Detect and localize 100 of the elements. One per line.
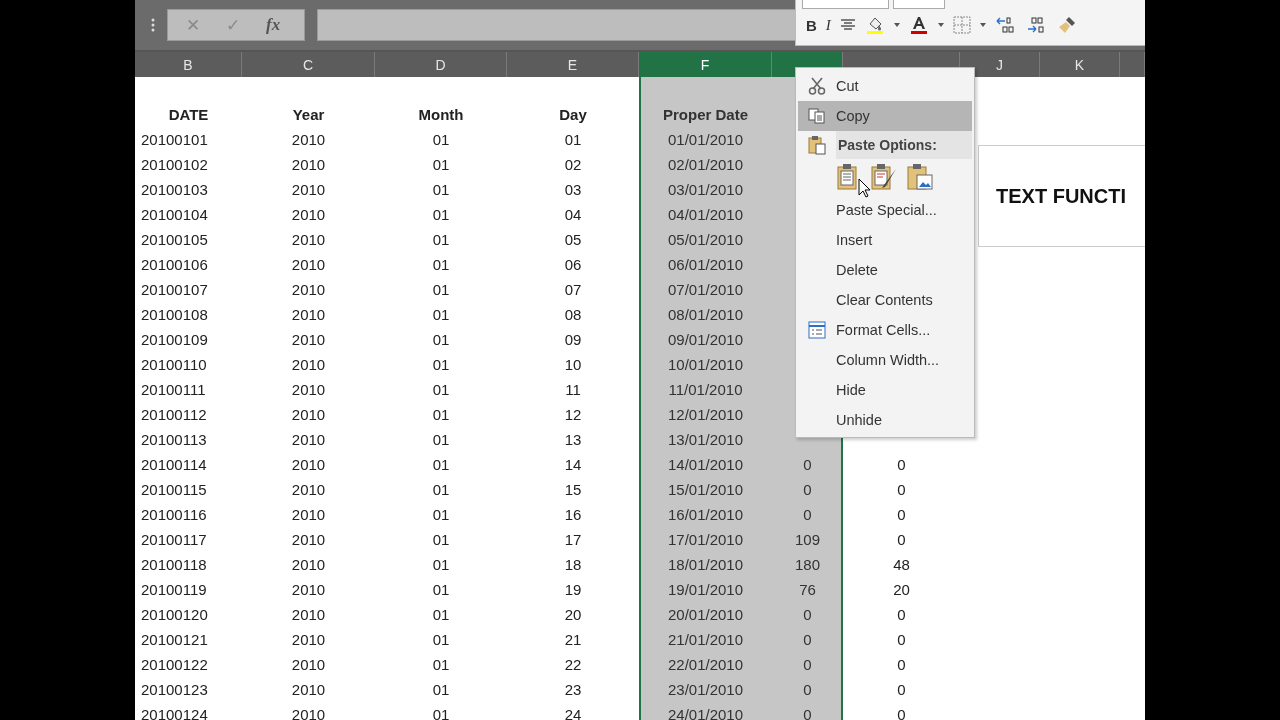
scissors-icon — [808, 77, 826, 95]
table-cell: 04 — [564, 206, 582, 223]
table-cell: 2010 — [291, 556, 326, 573]
table-cell: 20100111 — [141, 381, 206, 398]
table-cell: 21 — [564, 631, 582, 648]
table-cell: 2010 — [291, 581, 326, 598]
table-cell: 09/01/2010 — [667, 331, 744, 348]
table-cell: 180 — [795, 556, 820, 573]
table-cell: 18/01/2010 — [667, 556, 744, 573]
table-cell: 01 — [432, 431, 450, 448]
font-color-icon[interactable] — [908, 15, 929, 35]
table-cell: 06 — [564, 256, 582, 273]
table-cell: 20100122 — [141, 656, 208, 673]
table-cell: 01 — [432, 231, 450, 248]
table-cell: 15 — [564, 481, 582, 498]
text-box[interactable]: TEXT FUNCTI — [978, 145, 1145, 247]
table-cell: 12/01/2010 — [667, 406, 744, 423]
table-cell: 01 — [432, 206, 450, 223]
align-center-icon[interactable] — [839, 18, 856, 32]
menu-item[interactable]: Insert — [798, 225, 972, 255]
paste-picture-icon[interactable] — [906, 163, 934, 191]
table-cell: 20100116 — [141, 506, 207, 523]
text-box-text: TEXT FUNCTI — [996, 184, 1126, 208]
dropdown-icon[interactable] — [979, 23, 986, 27]
table-cell: 01/01/2010 — [667, 131, 744, 148]
insert-function-button[interactable]: fx — [266, 15, 281, 35]
table-cell: 01 — [564, 131, 582, 148]
table-cell: 01 — [432, 131, 450, 148]
menu-item[interactable]: Delete — [798, 255, 972, 285]
table-cell: 0 — [803, 656, 812, 673]
table-cell: 19/01/2010 — [667, 581, 744, 598]
table-cell: 2010 — [291, 506, 326, 523]
menu-item[interactable]: Copy — [798, 101, 972, 131]
table-cell: 20100115 — [141, 481, 207, 498]
menu-item[interactable]: Hide — [798, 375, 972, 405]
table-cell: 0 — [803, 681, 812, 698]
table-cell: 0 — [897, 681, 906, 698]
table-cell: 01 — [432, 331, 450, 348]
menu-item[interactable]: Unhide — [798, 405, 972, 435]
table-cell: 0 — [803, 456, 812, 473]
table-cell: 0 — [803, 506, 812, 523]
table-cell: 20 — [893, 581, 910, 598]
mouse-cursor-icon — [858, 178, 872, 198]
table-cell: 06/01/2010 — [667, 256, 744, 273]
dropdown-icon[interactable] — [937, 23, 944, 27]
column-header[interactable]: B — [135, 52, 242, 77]
table-cell: 0 — [897, 631, 906, 648]
table-cell: 20100108 — [141, 306, 208, 323]
table-cell: 0 — [897, 481, 906, 498]
table-cell: 0 — [803, 706, 812, 720]
menu-item[interactable]: Column Width... — [798, 345, 972, 375]
column-header[interactable]: F — [639, 52, 772, 77]
table-cell: 23 — [564, 681, 582, 698]
column-header[interactable]: C — [242, 52, 375, 77]
copy-icon — [808, 108, 826, 124]
table-cell: 2010 — [291, 631, 326, 648]
table-cell: 01 — [432, 656, 450, 673]
column-heading: DATE — [168, 106, 209, 123]
increase-decimal-icon[interactable] — [994, 16, 1017, 34]
column-heading: Year — [292, 106, 325, 123]
bold-button[interactable]: B — [806, 16, 817, 34]
table-cell: 01 — [432, 156, 450, 173]
table-cell: 2010 — [291, 256, 326, 273]
table-cell: 24 — [564, 706, 582, 720]
table-cell: 22/01/2010 — [667, 656, 744, 673]
table-cell: 01 — [432, 531, 450, 548]
fill-color-icon[interactable] — [864, 15, 885, 35]
table-cell: 05 — [564, 231, 582, 248]
table-cell: 0 — [803, 606, 812, 623]
table-cell: 2010 — [291, 606, 326, 623]
table-cell: 03/01/2010 — [667, 181, 744, 198]
menu-item[interactable]: Clear Contents — [798, 285, 972, 315]
table-cell: 01 — [432, 581, 450, 598]
table-cell: 20100120 — [141, 606, 208, 623]
more-icon[interactable] — [151, 18, 155, 32]
menu-item[interactable]: Paste Special... — [798, 195, 972, 225]
table-cell: 01 — [432, 556, 450, 573]
italic-button[interactable]: I — [825, 16, 831, 34]
column-heading: Month — [418, 106, 464, 123]
table-cell: 20100101 — [141, 131, 208, 148]
table-cell: 02/01/2010 — [667, 156, 744, 173]
table-cell: 20100107 — [141, 281, 208, 298]
table-cell: 16 — [564, 506, 582, 523]
column-heading: Proper Date — [663, 106, 748, 123]
table-cell: 13 — [564, 431, 582, 448]
table-cell: 08 — [564, 306, 582, 323]
table-cell: 20/01/2010 — [667, 606, 744, 623]
table-cell: 20100106 — [141, 256, 208, 273]
table-cell: 2010 — [291, 406, 326, 423]
table-cell: 05/01/2010 — [667, 231, 744, 248]
table-cell: 01 — [432, 406, 450, 423]
table-cell: 23/01/2010 — [667, 681, 744, 698]
table-cell: 01 — [432, 606, 450, 623]
column-header[interactable]: D — [375, 52, 507, 77]
table-cell: 20100123 — [141, 681, 208, 698]
table-cell: 01 — [432, 631, 450, 648]
table-cell: 20100109 — [141, 331, 208, 348]
menu-item[interactable]: Format Cells... — [798, 315, 972, 345]
column-header[interactable]: K — [1040, 52, 1120, 77]
dropdown-icon[interactable] — [893, 23, 900, 27]
